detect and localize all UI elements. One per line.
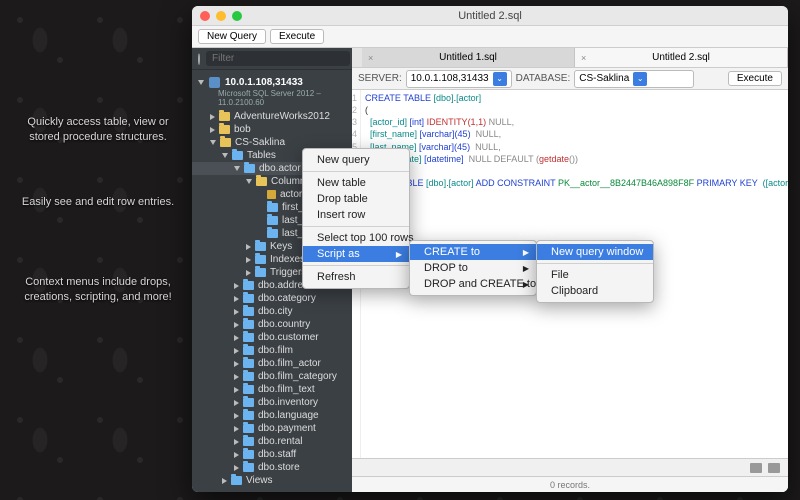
dropdown-icon: ⌄ (493, 72, 507, 86)
table-icon (243, 385, 254, 394)
minimize-icon[interactable] (216, 11, 226, 21)
execute-query-button[interactable]: Execute (728, 71, 782, 86)
table-icon (243, 411, 254, 420)
tab-untitled-1[interactable]: ×Untitled 1.sql (362, 48, 575, 67)
database-icon (219, 112, 230, 121)
server-select[interactable]: 10.0.1.108,31433⌄ (406, 70, 512, 88)
close-icon[interactable] (200, 11, 210, 21)
table-dbo-language[interactable]: dbo.language (192, 409, 352, 422)
ctx-select-top[interactable]: Select top 100 rows (303, 230, 409, 246)
context-submenu-script: CREATE to DROP to DROP and CREATE to (409, 240, 537, 296)
ctx-new-table[interactable]: New table (303, 175, 409, 191)
ctx-drop-table[interactable]: Drop table (303, 191, 409, 207)
server-node[interactable]: 10.0.1.108,31433 Microsoft SQL Server 20… (192, 74, 352, 110)
table-icon (244, 164, 255, 173)
table-dbo-film_actor[interactable]: dbo.film_actor (192, 357, 352, 370)
ctx-new-query-window[interactable]: New query window (537, 244, 653, 260)
ctx-new-query[interactable]: New query (303, 152, 409, 168)
table-icon (243, 398, 254, 407)
table-icon (243, 346, 254, 355)
context-submenu-target: New query window File Clipboard (536, 240, 654, 303)
table-icon (243, 294, 254, 303)
table-dbo-country[interactable]: dbo.country (192, 318, 352, 331)
ctx-clipboard[interactable]: Clipboard (537, 283, 653, 299)
text-view-icon[interactable] (768, 463, 780, 473)
ctx-drop-to[interactable]: DROP to (410, 260, 536, 276)
table-icon (243, 307, 254, 316)
promo-text-3: Context menus include drops, creations, … (18, 275, 178, 305)
column-icon (267, 216, 278, 225)
window-title: Untitled 2.sql (192, 10, 788, 22)
status-bar: 0 records. (352, 476, 788, 492)
dropdown-icon: ⌄ (633, 72, 647, 86)
server-label: SERVER: (358, 73, 402, 84)
ctx-script-as[interactable]: Script as (303, 246, 409, 262)
ctx-file[interactable]: File (537, 267, 653, 283)
connection-bar: SERVER: 10.0.1.108,31433⌄ DATABASE: CS-S… (352, 68, 788, 90)
table-icon (243, 320, 254, 329)
ctx-create-to[interactable]: CREATE to (410, 244, 536, 260)
tab-untitled-2[interactable]: ×Untitled 2.sql (575, 48, 788, 67)
table-icon (243, 359, 254, 368)
promo-text-1: Quickly access table, view or stored pro… (18, 115, 178, 145)
folder-icon (255, 268, 266, 277)
folder-icon (255, 255, 266, 264)
table-icon (243, 463, 254, 472)
database-label: DATABASE: (516, 73, 571, 84)
editor-tabs: ×Untitled 1.sql ×Untitled 2.sql (352, 48, 788, 68)
table-icon (243, 437, 254, 446)
close-tab-icon[interactable]: × (368, 53, 373, 63)
server-icon (209, 77, 220, 88)
grid-view-icon[interactable] (750, 463, 762, 473)
context-menu-table: New query New table Drop table Insert ro… (302, 148, 410, 289)
titlebar: Untitled 2.sql (192, 6, 788, 26)
group-views[interactable]: Views (192, 474, 352, 487)
table-dbo-staff[interactable]: dbo.staff (192, 448, 352, 461)
database-select[interactable]: CS-Saklina⌄ (574, 70, 694, 88)
toolbar: New Query Execute (192, 26, 788, 48)
table-icon (243, 333, 254, 342)
key-icon (267, 190, 276, 199)
ctx-drop-create-to[interactable]: DROP and CREATE to (410, 276, 536, 292)
table-icon (243, 281, 254, 290)
table-icon (243, 450, 254, 459)
table-dbo-inventory[interactable]: dbo.inventory (192, 396, 352, 409)
traffic-lights (200, 11, 242, 21)
folder-icon (231, 476, 242, 485)
db-adventureworks[interactable]: AdventureWorks2012 (192, 110, 352, 123)
folder-icon (232, 151, 243, 160)
database-icon (219, 125, 230, 134)
table-dbo-store[interactable]: dbo.store (192, 461, 352, 474)
table-dbo-payment[interactable]: dbo.payment (192, 422, 352, 435)
ctx-insert-row[interactable]: Insert row (303, 207, 409, 223)
results-toolbar (352, 458, 788, 476)
column-icon (267, 229, 278, 238)
table-dbo-category[interactable]: dbo.category (192, 292, 352, 305)
table-dbo-film[interactable]: dbo.film (192, 344, 352, 357)
ctx-refresh[interactable]: Refresh (303, 269, 409, 285)
folder-icon (256, 177, 267, 186)
refresh-icon[interactable] (198, 53, 200, 65)
execute-button[interactable]: Execute (270, 29, 324, 44)
folder-icon (255, 242, 266, 251)
close-tab-icon[interactable]: × (581, 53, 586, 63)
table-icon (243, 372, 254, 381)
table-dbo-city[interactable]: dbo.city (192, 305, 352, 318)
db-bob[interactable]: bob (192, 123, 352, 136)
zoom-icon[interactable] (232, 11, 242, 21)
table-icon (243, 424, 254, 433)
promo-text-2: Easily see and edit row entries. (18, 195, 178, 210)
table-dbo-rental[interactable]: dbo.rental (192, 435, 352, 448)
column-icon (267, 203, 278, 212)
new-query-button[interactable]: New Query (198, 29, 266, 44)
table-dbo-film_category[interactable]: dbo.film_category (192, 370, 352, 383)
table-dbo-film_text[interactable]: dbo.film_text (192, 383, 352, 396)
filter-input[interactable] (206, 51, 350, 66)
table-dbo-customer[interactable]: dbo.customer (192, 331, 352, 344)
database-icon (220, 138, 231, 147)
